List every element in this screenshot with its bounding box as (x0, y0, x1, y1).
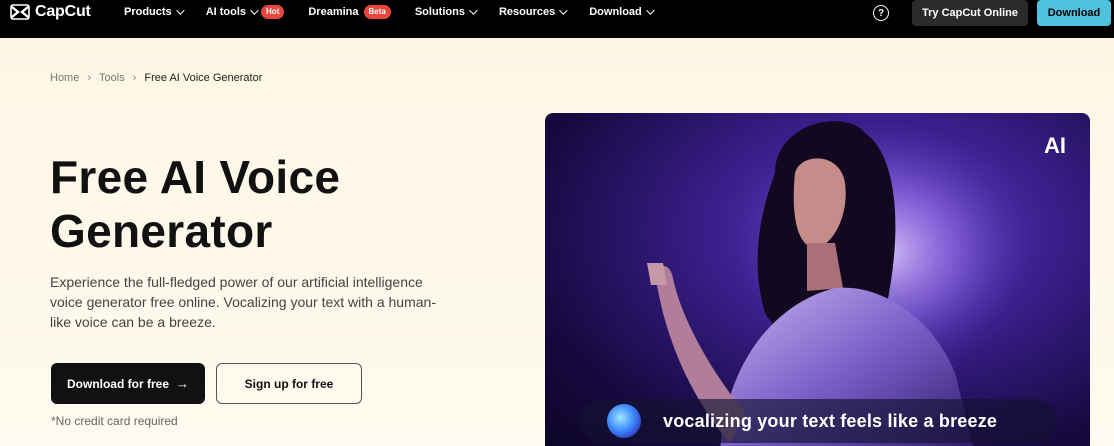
top-navbar: CapCut Products AI tools Hot Dreamina Be… (0, 0, 1114, 38)
download-for-free-button[interactable]: Download for free → (51, 363, 205, 404)
nav-item-label: Download (589, 6, 642, 18)
hero-description: Experience the full-fledged power of our… (50, 272, 460, 332)
beta-badge: Beta (363, 5, 391, 19)
breadcrumb-home[interactable]: Home (50, 72, 79, 84)
nav-item-label: Dreamina (308, 6, 359, 18)
brand-name: CapCut (35, 3, 91, 20)
hot-badge: Hot (261, 5, 285, 19)
chevron-down-icon (175, 6, 185, 15)
hero-media: AI vocalizing your text feels like a bre… (545, 113, 1090, 446)
nav-item-label: Resources (498, 6, 556, 18)
chevron-right-icon: › (132, 72, 137, 84)
title-line: Free AI Voice (50, 151, 341, 203)
ai-corner-label: AI (1044, 133, 1066, 158)
nav-item-solutions[interactable]: Solutions (414, 6, 478, 18)
nav-item-ai-tools[interactable]: AI tools Hot (206, 5, 285, 19)
nav-item-resources[interactable]: Resources (498, 6, 568, 18)
desc-line: Experience the full-fledged power of our… (50, 274, 423, 290)
voice-orb-icon (607, 404, 641, 438)
sign-up-for-free-button[interactable]: Sign up for free (216, 363, 362, 404)
chevron-right-icon: › (87, 72, 92, 84)
portrait-image (647, 121, 1035, 446)
button-label: Download for free (66, 376, 169, 391)
question-circle-icon[interactable]: ? (873, 5, 889, 21)
nav-item-label: Products (124, 6, 172, 18)
desc-line: like voice can be a breeze. (50, 314, 216, 330)
title-line: Generator (50, 205, 273, 257)
capcut-logo-icon (10, 4, 30, 20)
page-title: Free AI Voice Generator (50, 150, 490, 258)
nav-menu: Products AI tools Hot Dreamina Beta Solu… (124, 0, 676, 24)
caption-text: vocalizing your text feels like a breeze (663, 410, 998, 431)
chevron-down-icon (250, 6, 259, 15)
download-button[interactable]: Download (1037, 0, 1111, 26)
try-capcut-online-button[interactable]: Try CapCut Online (912, 0, 1028, 26)
no-credit-card-note: *No credit card required (51, 414, 178, 428)
caption-bar: vocalizing your text feels like a breeze (579, 399, 1057, 443)
breadcrumb: Home › Tools › Free AI Voice Generator (50, 72, 262, 84)
chevron-down-icon (559, 6, 568, 15)
nav-item-label: Solutions (414, 6, 465, 18)
nav-item-download[interactable]: Download (589, 6, 655, 18)
chevron-down-icon (469, 6, 478, 15)
nav-item-products[interactable]: Products (124, 6, 185, 18)
arrow-right-icon: → (176, 376, 189, 391)
capcut-logo[interactable]: CapCut (10, 0, 91, 24)
breadcrumb-tools[interactable]: Tools (99, 72, 125, 84)
nav-item-dreamina[interactable]: Dreamina Beta (308, 5, 391, 19)
desc-line: voice generator free online. Vocalizing … (50, 294, 436, 310)
breadcrumb-current: Free AI Voice Generator (144, 72, 263, 84)
nav-item-label: AI tools (205, 6, 247, 18)
chevron-down-icon (645, 6, 655, 15)
